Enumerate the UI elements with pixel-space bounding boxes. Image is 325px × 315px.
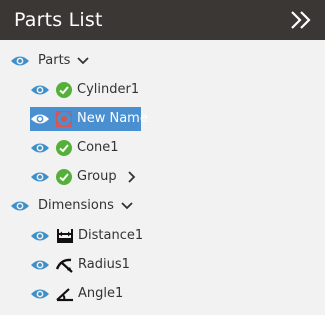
tree-item-group[interactable]: Group [30,165,139,189]
eye-icon[interactable] [10,54,30,68]
tree-item-label: Radius1 [78,257,130,272]
tree-group-parts[interactable]: Parts [10,49,90,73]
tree-item-label: Cone1 [77,140,119,155]
eye-icon[interactable] [30,258,50,272]
chevron-right-icon[interactable] [125,170,139,184]
tree-item-cylinder1[interactable]: Cylinder1 [30,78,139,102]
tree-item-new-name[interactable]: New Name [30,107,148,131]
tree-item-radius1[interactable]: Radius1 [30,253,130,277]
chevron-down-icon[interactable] [76,54,90,68]
eye-icon[interactable] [30,83,50,97]
tree-item-label: Group [77,169,117,184]
check-icon [56,140,72,156]
tree-group-dimensions[interactable]: Dimensions [10,194,134,218]
tree-item-cone1[interactable]: Cone1 [30,136,119,160]
panel-title: Parts List [14,9,103,31]
tree-group-label: Dimensions [38,198,114,213]
distance-dimension-icon [56,228,74,244]
parts-list-panel: Parts List Parts Cylinder1 New Name Cone… [0,0,325,315]
panel-header: Parts List [0,0,325,40]
tree-item-label: Distance1 [78,228,144,243]
check-icon [56,169,72,185]
error-icon [56,111,72,127]
eye-icon[interactable] [10,199,30,213]
eye-icon[interactable] [30,112,50,126]
double-chevron-right-icon[interactable] [289,9,313,31]
tree-item-label: Angle1 [78,286,124,301]
angle-dimension-icon [56,286,74,302]
radius-dimension-icon [56,257,74,273]
eye-icon[interactable] [30,229,50,243]
tree-item-label: Cylinder1 [77,82,140,97]
tree-item-distance1[interactable]: Distance1 [30,224,143,248]
tree-item-angle1[interactable]: Angle1 [30,282,123,306]
eye-icon[interactable] [30,141,50,155]
eye-icon[interactable] [30,287,50,301]
eye-icon[interactable] [30,170,50,184]
tree-item-label: New Name [77,111,148,126]
tree-group-label: Parts [38,53,71,68]
chevron-down-icon[interactable] [120,199,134,213]
check-icon [56,82,72,98]
